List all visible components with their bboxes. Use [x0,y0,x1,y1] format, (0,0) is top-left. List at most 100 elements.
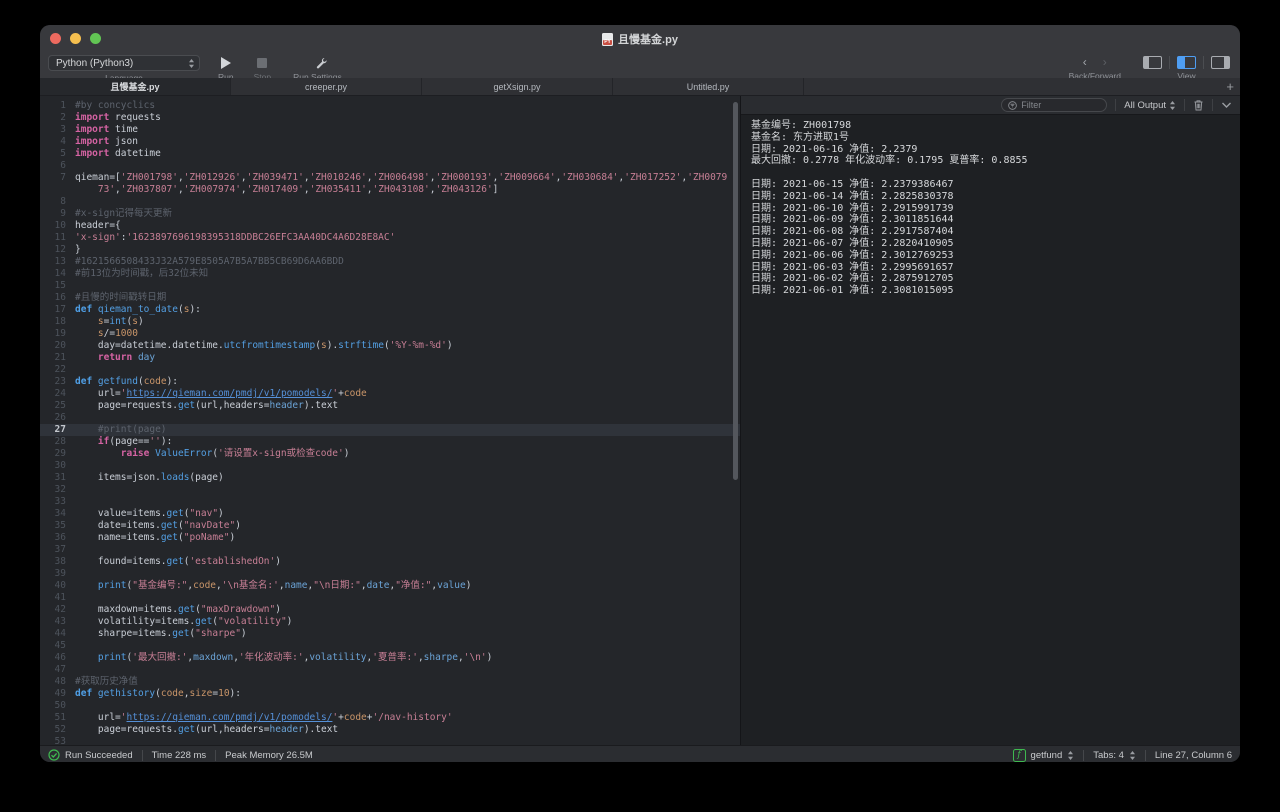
tab-getXsign.py[interactable]: getXsign.py [422,78,613,95]
code-line[interactable]: 11'x-sign':'1623897696198395318DDBC26EFC… [40,232,740,244]
code-line[interactable]: 13#1621566508433J32A579E8505A7B5A7BB5CB6… [40,256,740,268]
zoom-window-button[interactable] [90,33,101,44]
minimize-window-button[interactable] [70,33,81,44]
code-line[interactable]: 53 [40,736,740,745]
code-line[interactable]: 34 value=items.get("nav") [40,508,740,520]
code-line[interactable]: 10header={ [40,220,740,232]
close-window-button[interactable] [50,33,61,44]
code-line[interactable]: 43 volatility=items.get("volatility") [40,616,740,628]
code-line[interactable]: 29 raise ValueError('请设置x-sign或检查code') [40,448,740,460]
line-number: 34 [40,508,75,520]
stepper-icon [1129,750,1136,761]
code-line[interactable]: 5import datetime [40,148,740,160]
code-editor[interactable]: 1#by concyclics2import requests3import t… [40,96,740,745]
tab-Untitled.py[interactable]: Untitled.py [613,78,804,95]
view-split-panel-button[interactable] [1177,56,1196,69]
view-right-panel-button[interactable] [1211,56,1230,69]
code-text: if(page==''): [75,436,740,448]
code-line[interactable]: 36 name=items.get("poName") [40,532,740,544]
code-line[interactable]: 46 print('最大回撤:',maxdown,'年化波动率:',volati… [40,652,740,664]
filter-input[interactable]: Filter [1001,98,1107,112]
line-number: 26 [40,412,75,424]
code-text: #前13位为时间戳，后32位未知 [75,268,740,280]
code-line[interactable]: 23def getfund(code): [40,376,740,388]
new-tab-button[interactable]: + [1226,79,1234,94]
code-line[interactable]: 32 [40,484,740,496]
output-line: 基金名: 东方进取1号 [751,132,1240,144]
code-line[interactable]: 17def qieman_to_date(s): [40,304,740,316]
output-line: 日期: 2021-06-15 净值: 2.2379386467 [751,179,1240,191]
output-console[interactable]: 基金编号: ZH001798基金名: 东方进取1号日期: 2021-06-16 … [741,115,1240,745]
code-line[interactable]: 47 [40,664,740,676]
clear-output-button[interactable] [1193,99,1204,111]
output-scope-select[interactable]: All Output [1124,100,1176,111]
function-selector[interactable]: f getfund [1013,749,1075,762]
code-text [75,544,740,556]
line-number: 23 [40,376,75,388]
code-text [75,640,740,652]
code-line[interactable]: 45 [40,640,740,652]
line-number: 15 [40,280,75,292]
code-line[interactable]: 19 s/=1000 [40,328,740,340]
code-line[interactable]: 18 s=int(s) [40,316,740,328]
code-line[interactable]: 42 maxdown=items.get("maxDrawdown") [40,604,740,616]
code-line[interactable]: 33 [40,496,740,508]
code-line[interactable]: 20 day=datetime.datetime.utcfromtimestam… [40,340,740,352]
code-line[interactable]: 7qieman=['ZH001798','ZH012926','ZH039471… [40,172,740,196]
code-line[interactable]: 35 date=items.get("navDate") [40,520,740,532]
tab-creeper.py[interactable]: creeper.py [231,78,422,95]
code-line-current[interactable]: 27 #print(page) [40,424,740,436]
output-line: 日期: 2021-06-14 净值: 2.2825830378 [751,191,1240,203]
code-line[interactable]: 26 [40,412,740,424]
collapse-panel-button[interactable] [1221,101,1232,109]
code-line[interactable]: 52 page=requests.get(url,headers=header)… [40,724,740,736]
code-line[interactable]: 14#前13位为时间戳，后32位未知 [40,268,740,280]
title-bar[interactable]: PY 且慢基金.py [40,25,1240,53]
code-line[interactable]: 40 print("基金编号:",code,'\n基金名:',name,"\n日… [40,580,740,592]
view-left-panel-button[interactable] [1143,56,1162,69]
code-line[interactable]: 6 [40,160,740,172]
code-line[interactable]: 49def gethistory(code,size=10): [40,688,740,700]
code-line[interactable]: 15 [40,280,740,292]
code-line[interactable]: 9#x-sign记得每天更新 [40,208,740,220]
code-text: url='https://qieman.com/pmdj/v1/pomodels… [75,712,740,724]
code-line[interactable]: 51 url='https://qieman.com/pmdj/v1/pomod… [40,712,740,724]
language-select[interactable]: Python (Python3) [48,55,200,71]
code-text [75,364,740,376]
tab-size-selector[interactable]: Tabs: 4 [1093,750,1136,761]
run-button[interactable] [221,56,231,70]
run-settings-button[interactable] [315,56,327,70]
back-button[interactable]: ‹ [1083,56,1087,68]
code-line[interactable]: 38 found=items.get('establishedOn') [40,556,740,568]
editor-scrollbar[interactable] [733,102,738,480]
code-line[interactable]: 31 items=json.loads(page) [40,472,740,484]
line-number: 19 [40,328,75,340]
code-line[interactable]: 39 [40,568,740,580]
code-line[interactable]: 4import json [40,136,740,148]
code-line[interactable]: 1#by concyclics [40,100,740,112]
code-line[interactable]: 48#获取历史净值 [40,676,740,688]
code-line[interactable]: 8 [40,196,740,208]
line-number: 3 [40,124,75,136]
code-line[interactable]: 16#且慢的时间戳转日期 [40,292,740,304]
code-line[interactable]: 3import time [40,124,740,136]
line-number: 32 [40,484,75,496]
code-line[interactable]: 12} [40,244,740,256]
code-line[interactable]: 50 [40,700,740,712]
code-line[interactable]: 22 [40,364,740,376]
code-line[interactable]: 28 if(page==''): [40,436,740,448]
code-line[interactable]: 21 return day [40,352,740,364]
code-line[interactable]: 44 sharpe=items.get("sharpe") [40,628,740,640]
code-line[interactable]: 37 [40,544,740,556]
code-line[interactable]: 30 [40,460,740,472]
code-line[interactable]: 25 page=requests.get(url,headers=header)… [40,400,740,412]
tab-bar-tabs: 且慢基金.pycreeper.pygetXsign.pyUntitled.py [40,78,804,95]
code-line[interactable]: 24 url='https://qieman.com/pmdj/v1/pomod… [40,388,740,400]
code-text: header={ [75,220,740,232]
code-line[interactable]: 41 [40,592,740,604]
code-text: def qieman_to_date(s): [75,304,740,316]
toolbar: Python (Python3) Language Run Stop [40,53,1240,78]
tab-且慢基金.py[interactable]: 且慢基金.py [40,78,231,95]
code-line[interactable]: 2import requests [40,112,740,124]
output-line: 最大回撤: 0.2778 年化波动率: 0.1795 夏普率: 0.8855 [751,155,1240,167]
